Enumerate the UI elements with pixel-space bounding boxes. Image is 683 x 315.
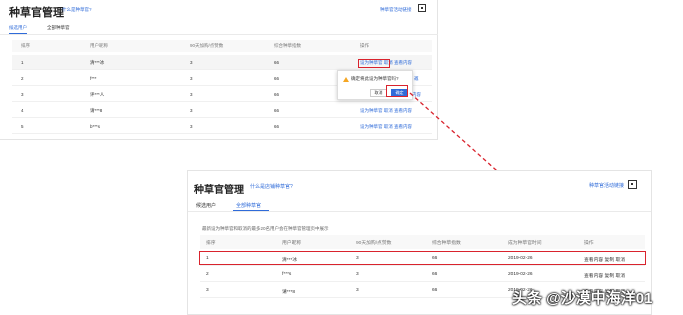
row-user: f***s <box>282 272 292 277</box>
row-index: 66 <box>432 288 438 293</box>
row-rank: 2 <box>21 76 24 81</box>
help-link[interactable]: 什么是店铺种草官? <box>250 183 293 190</box>
row-user: 清***冰 <box>90 60 105 65</box>
tab-candidates[interactable]: 候选用户 <box>196 202 216 209</box>
row-index: 66 <box>432 272 438 277</box>
row-count: 3 <box>190 124 193 129</box>
row-index: 66 <box>274 76 280 81</box>
candidate-panel: 种草官管理 什么是种草官? 种草官活动链接 候选用户 全部种草官 排序 用户昵称… <box>0 0 438 140</box>
table-row: 5 b***s 3 66 设为种草官 取消 查看内容 <box>12 119 432 134</box>
row-index: 66 <box>274 92 280 97</box>
cancel-button[interactable]: 取消 <box>370 89 387 97</box>
confirm-highlight <box>386 85 408 97</box>
column-count: 90天加购/点赞数 <box>356 241 392 246</box>
row-actions[interactable]: 设为种草官 取消 查看内容 <box>360 124 412 130</box>
column-rank: 排序 <box>206 241 216 246</box>
row-count: 3 <box>190 76 193 81</box>
row-rank: 1 <box>21 60 24 65</box>
column-date: 成为种草官时间 <box>508 241 542 246</box>
page-title: 种草官管理 <box>194 185 244 196</box>
tab-all-seeders[interactable]: 全部种草官 <box>236 202 261 209</box>
row-index: 66 <box>274 108 280 113</box>
row-count: 3 <box>190 108 193 113</box>
row-rank: 2 <box>206 272 209 277</box>
column-rank: 排序 <box>21 43 30 48</box>
row-count: 3 <box>356 272 359 277</box>
qr-code-icon[interactable] <box>418 4 426 12</box>
row-count: 3 <box>190 60 193 65</box>
table-row: 2 f***s 3 66 2019-02-26 查看内容 复制 取消 <box>200 267 645 282</box>
column-index: 综合种草指数 <box>432 241 461 246</box>
row-user: 请***8 <box>90 108 103 113</box>
column-user: 用户昵称 <box>90 43 108 48</box>
row-actions[interactable]: 查看内容 复制 取消 <box>584 272 625 279</box>
tab-divider <box>0 34 438 35</box>
row-index: 66 <box>274 60 280 65</box>
row-rank: 3 <box>21 92 24 97</box>
row-rank: 5 <box>21 124 24 129</box>
watermark: 头条 @沙漠中海洋01 <box>512 290 653 307</box>
qr-code-icon[interactable] <box>628 180 637 189</box>
row-rank: 4 <box>21 108 24 113</box>
row-user: 评***人 <box>90 92 105 97</box>
tab-all-seeders[interactable]: 全部种草官 <box>47 25 70 31</box>
row-actions[interactable]: 内容 <box>412 92 421 98</box>
guide-link[interactable]: 种草官活动链接 <box>589 182 624 189</box>
row-user: 请***8 <box>282 290 296 295</box>
page-title: 种草官管理 <box>9 7 64 19</box>
info-note: 最新设为种草官和取消的最多20名用户会在种草官管理页中展示 <box>202 226 329 231</box>
table-header: 排序 用户昵称 90天加购/点赞数 综合种草指数 成为种草官时间 操作 <box>200 235 645 249</box>
column-user: 用户昵称 <box>282 241 302 246</box>
row-date: 2019-02-26 <box>508 272 533 277</box>
column-index: 综合种草指数 <box>274 43 301 48</box>
row-count: 3 <box>356 288 359 293</box>
table-header: 排序 用户昵称 90天加购/点赞数 综合种草指数 操作 <box>12 40 432 52</box>
row-rank: 3 <box>206 288 209 293</box>
column-actions: 操作 <box>360 43 369 48</box>
column-count: 90天加购/点赞数 <box>190 43 224 48</box>
column-actions: 操作 <box>584 241 594 246</box>
row-user: f*** <box>90 76 97 81</box>
set-seeder-highlight <box>358 59 390 68</box>
row-count: 3 <box>190 92 193 97</box>
table-row: 4 请***8 3 66 设为种草官 取消 查看内容 <box>12 103 432 118</box>
warning-icon <box>343 77 349 82</box>
row-actions[interactable]: 设为种草官 取消 查看内容 <box>360 108 412 114</box>
row-index: 66 <box>274 124 280 129</box>
row-user: b***s <box>90 124 101 129</box>
help-link[interactable]: 什么是种草官? <box>62 7 92 13</box>
tab-candidates[interactable]: 候选用户 <box>9 25 27 31</box>
guide-link[interactable]: 种草官活动链接 <box>380 7 412 13</box>
confirm-text: 确定将此设为种草官吗? <box>351 76 399 81</box>
new-seeder-row-highlight <box>199 251 646 265</box>
tab-divider <box>188 211 651 212</box>
row-actions[interactable]: 邀 <box>414 76 419 82</box>
